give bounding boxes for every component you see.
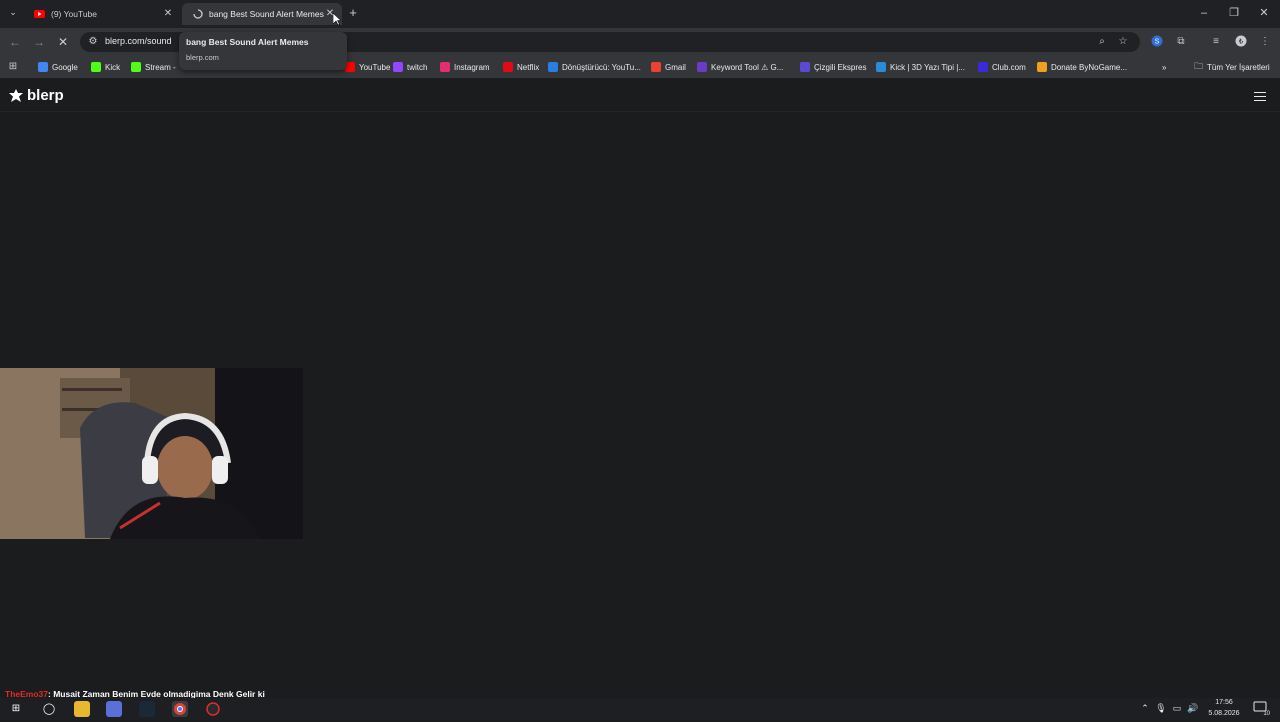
bookmark-item[interactable]: Kick | 3D Yazı Tipi |... — [876, 61, 965, 73]
taskbar-clock[interactable]: 17:56 5.08.2026 — [1204, 697, 1244, 719]
bookmark-item[interactable]: Kick — [91, 61, 120, 73]
site-info-icon[interactable]: ⚙ — [86, 35, 100, 49]
notification-count: 10 — [1263, 711, 1270, 717]
back-button[interactable]: ← — [8, 35, 22, 49]
bookmark-favicon-icon — [697, 62, 707, 72]
clock-time: 17:56 — [1215, 699, 1233, 706]
search-taskbar-icon[interactable]: ◯ — [41, 701, 57, 717]
bookmark-item[interactable]: Çizgili Ekspres — [800, 61, 866, 73]
bookmark-label: twitch — [407, 62, 428, 72]
bookmark-item[interactable]: Donate ByNoGame... — [1037, 61, 1127, 73]
apps-grid-icon[interactable]: ⊞ — [6, 60, 20, 74]
media-controls-icon[interactable]: ≡ — [1209, 35, 1223, 49]
site-header — [0, 80, 1280, 112]
bookmark-item[interactable]: Netflix — [503, 61, 539, 73]
bookmark-favicon-icon — [91, 62, 101, 72]
bookmark-label: Club.com — [992, 62, 1026, 72]
bookmark-label: Google — [52, 62, 78, 72]
bookmark-favicon-icon — [1037, 62, 1047, 72]
bookmark-label: Donate ByNoGame... — [1051, 62, 1128, 72]
microphone-icon[interactable]: 🎙 — [1155, 702, 1167, 714]
bookmark-favicon-icon — [548, 62, 558, 72]
bookmark-favicon-icon — [393, 62, 403, 72]
tab-blerp[interactable]: bang Best Sound Alert Memes ✕ — [182, 3, 342, 25]
blerp-logo-icon — [9, 88, 23, 102]
bookmark-item[interactable]: YouTube — [345, 61, 390, 73]
extension-icon[interactable]: S — [1150, 35, 1164, 49]
tab-title: (9) YouTube — [51, 9, 97, 19]
tray-overflow-icon[interactable]: ⌃ — [1139, 702, 1151, 714]
bookmark-label: Dönüştürücü: YouTu... — [562, 62, 641, 72]
app-icon[interactable] — [106, 701, 122, 717]
bookmark-favicon-icon — [651, 62, 661, 72]
steam-icon[interactable] — [139, 701, 155, 717]
bookmark-item[interactable]: Gmail — [651, 61, 686, 73]
bookmark-star-icon[interactable]: ☆ — [1116, 35, 1130, 49]
tab-youtube[interactable]: (9) YouTube ✕ — [24, 3, 180, 25]
minimize-button[interactable]: – — [1197, 6, 1211, 20]
new-tab-button[interactable]: + — [346, 6, 360, 20]
tab-search-icon[interactable]: ⌄ — [6, 7, 20, 21]
bookmark-favicon-icon — [38, 62, 48, 72]
bookmark-item[interactable]: Stream - — [131, 61, 176, 73]
bookmark-label: Çizgili Ekspres — [814, 62, 867, 72]
site-logo[interactable]: blerp — [8, 87, 64, 104]
tooltip-domain: blerp.com — [186, 53, 219, 62]
bookmark-item[interactable]: Club.com — [978, 61, 1026, 73]
close-window-button[interactable]: ✕ — [1257, 6, 1271, 20]
network-icon[interactable]: ▭ — [1171, 702, 1183, 714]
bookmark-item[interactable]: Keyword Tool ⚠ G... — [697, 61, 783, 73]
bookmark-label: YouTube — [359, 62, 391, 72]
bookmark-favicon-icon — [131, 62, 141, 72]
bookmark-label: Instagram — [454, 62, 490, 72]
tab-strip: ⌄ (9) YouTube ✕ bang Best Sound Alert Me… — [0, 0, 1280, 28]
webcam-overlay — [0, 368, 303, 539]
bookmark-item[interactable]: Google — [38, 61, 78, 73]
bookmark-label: Netflix — [517, 62, 540, 72]
folder-icon: 🗀 — [1194, 61, 1204, 71]
bookmark-item[interactable]: Instagram — [440, 61, 490, 73]
notification-center-icon[interactable]: 10 — [1252, 700, 1270, 717]
tab-hover-tooltip: bang Best Sound Alert Memes blerp.com — [179, 32, 347, 70]
chrome-menu-icon[interactable]: ⋮ — [1258, 35, 1272, 49]
bookmark-favicon-icon — [978, 62, 988, 72]
logo-text: blerp — [27, 87, 64, 104]
bookmark-favicon-icon — [503, 62, 513, 72]
windows-taskbar — [0, 698, 1280, 720]
stop-loading-button[interactable]: ✕ — [56, 35, 70, 49]
youtube-icon — [34, 9, 45, 20]
bookmark-label: Stream - — [145, 62, 176, 72]
bookmark-label: Kick — [105, 62, 121, 72]
zoom-icon[interactable]: ⌕ — [1095, 35, 1109, 49]
clock-date: 5.08.2026 — [1208, 710, 1240, 717]
bookmark-item[interactable]: Dönüştürücü: YouTu... — [548, 61, 641, 73]
bookmarks-overflow-button[interactable]: » — [1162, 61, 1166, 73]
bookmark-label: Keyword Tool ⚠ G... — [711, 62, 784, 72]
volume-icon[interactable]: 🔊 — [1187, 702, 1199, 714]
tab-title: bang Best Sound Alert Memes — [209, 9, 324, 19]
tooltip-title: bang Best Sound Alert Memes — [186, 37, 309, 47]
bookmark-item[interactable]: twitch — [393, 61, 427, 73]
loading-spinner-icon — [192, 9, 203, 20]
bookmark-label: Kick | 3D Yazı Tipi |... — [890, 62, 965, 72]
bookmark-favicon-icon — [800, 62, 810, 72]
close-tab-icon[interactable]: ✕ — [162, 8, 174, 20]
forward-button[interactable]: → — [32, 35, 46, 49]
extensions-puzzle-icon[interactable]: ⧉ — [1174, 35, 1188, 49]
bookmark-label: Gmail — [665, 62, 686, 72]
file-explorer-icon[interactable] — [74, 701, 90, 717]
bookmark-favicon-icon — [440, 62, 450, 72]
chrome-taskbar-icon[interactable] — [172, 701, 188, 717]
address-bar-url: blerp.com/sound — [105, 36, 172, 46]
bookmark-favicon-icon — [876, 62, 886, 72]
hamburger-menu-icon[interactable] — [1253, 89, 1267, 103]
svg-text:₺: ₺ — [1239, 38, 1244, 46]
recording-app-icon[interactable] — [205, 701, 221, 717]
all-bookmarks-folder[interactable]: 🗀 Tüm Yer İşaretleri — [1194, 61, 1270, 73]
start-button[interactable]: ⊞ — [8, 701, 24, 717]
restore-button[interactable]: ❐ — [1227, 6, 1241, 20]
svg-text:S: S — [1155, 39, 1160, 46]
profile-avatar[interactable]: ₺ — [1234, 35, 1248, 49]
mouse-cursor-icon — [333, 13, 341, 26]
